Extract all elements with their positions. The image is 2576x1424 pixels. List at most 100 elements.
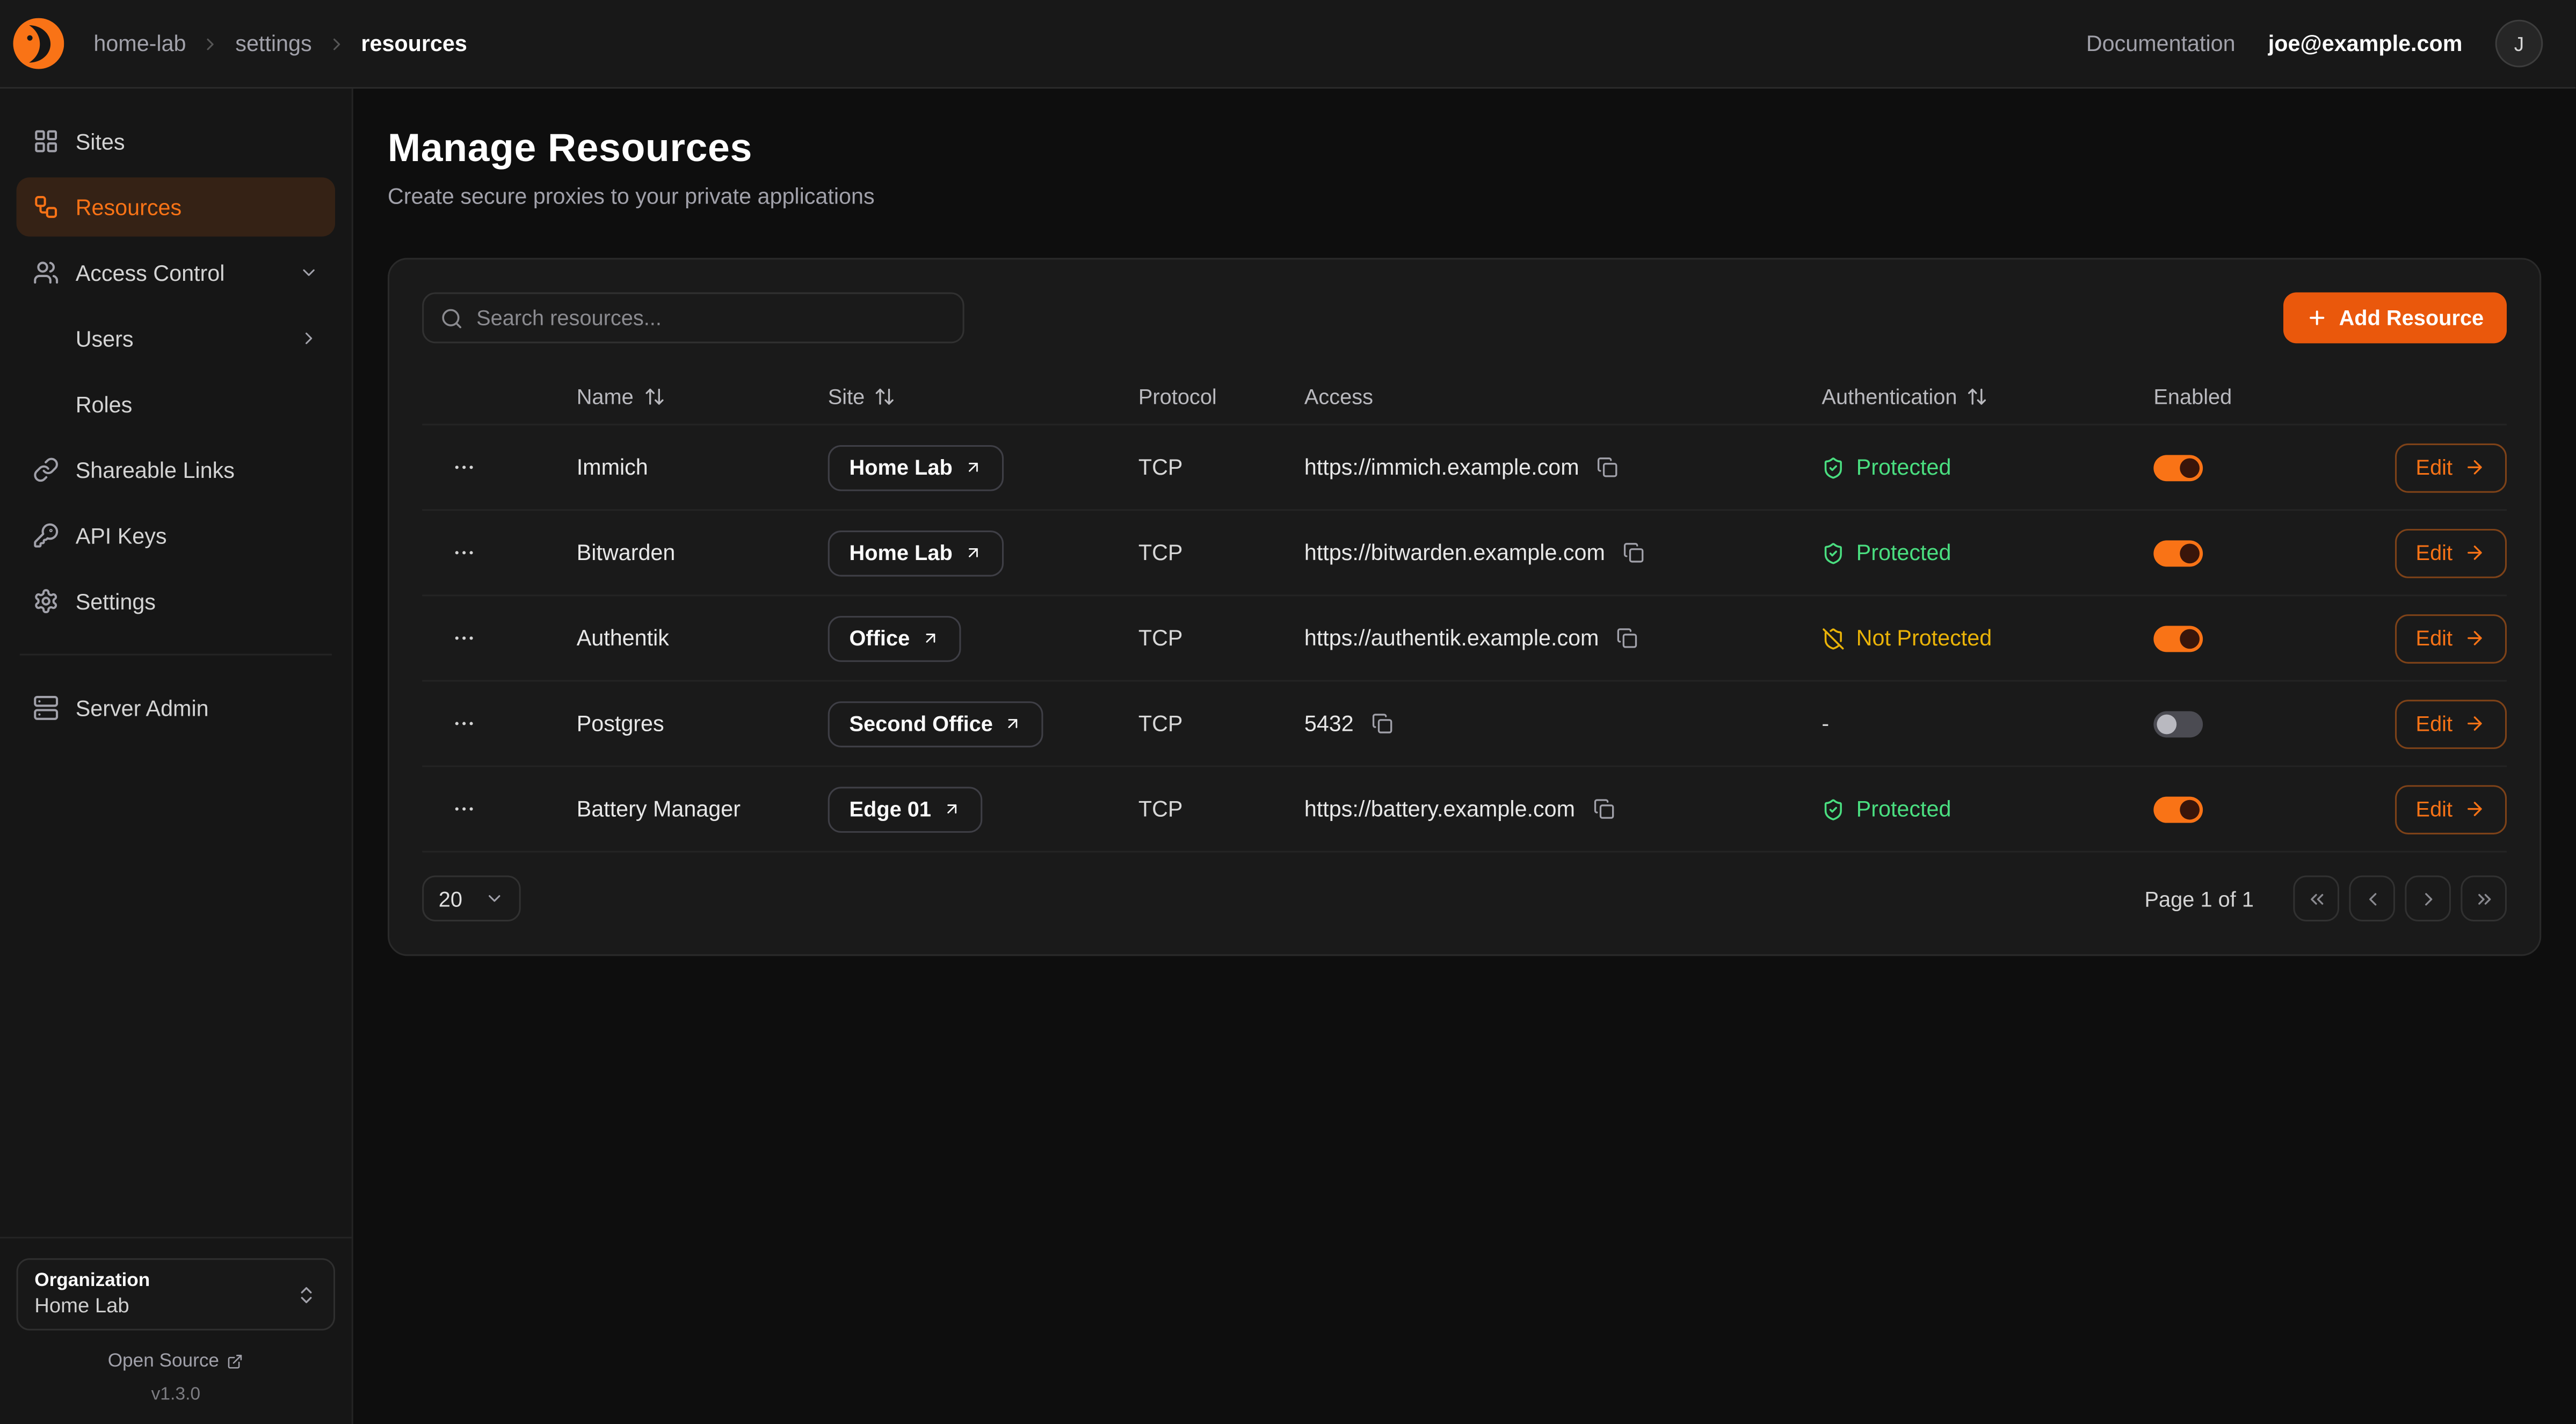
copy-button[interactable] <box>1620 539 1648 566</box>
column-header-site[interactable]: Site <box>828 384 1138 409</box>
edit-label: Edit <box>2416 797 2453 822</box>
resource-name: Authentik <box>577 626 828 650</box>
next-page-button[interactable] <box>2405 875 2451 921</box>
chevron-left-icon <box>2361 888 2383 909</box>
app-logo[interactable] <box>13 18 64 69</box>
previous-page-button[interactable] <box>2349 875 2395 921</box>
site-link[interactable]: Home Lab <box>828 530 1004 576</box>
enabled-toggle[interactable] <box>2153 454 2203 481</box>
copy-button[interactable] <box>1594 453 1622 481</box>
edit-button[interactable]: Edit <box>2394 442 2507 492</box>
chevrons-left-icon <box>2305 888 2327 909</box>
site-link[interactable]: Edge 01 <box>828 786 982 832</box>
sidebar-item-api-keys[interactable]: API Keys <box>17 506 335 565</box>
users-icon <box>33 259 59 286</box>
chevron-right-icon <box>299 329 319 348</box>
page-size-select[interactable]: 20 <box>422 875 521 921</box>
sidebar-item-roles[interactable]: Roles <box>17 374 335 433</box>
grid-icon <box>33 128 59 155</box>
sort-icon[interactable] <box>1967 386 1989 408</box>
org-label: Organization <box>34 1272 295 1291</box>
row-actions-button[interactable] <box>445 704 483 742</box>
site-name: Second Office <box>850 711 993 736</box>
resource-name: Battery Manager <box>577 797 828 822</box>
copy-button[interactable] <box>1368 709 1396 737</box>
arrow-up-right-icon <box>942 800 961 818</box>
search-box <box>422 293 964 344</box>
sidebar-item-label: Resources <box>76 194 182 219</box>
auth-status: Not Protected <box>1822 626 2153 650</box>
auth-status: Protected <box>1822 455 2153 479</box>
protocol: TCP <box>1138 711 1304 736</box>
last-page-button[interactable] <box>2461 875 2507 921</box>
sidebar-item-settings[interactable]: Settings <box>17 572 335 631</box>
table-header-row: Name Site Protocol Access <box>422 369 2507 425</box>
sidebar-item-users[interactable]: Users <box>17 309 335 368</box>
table-row: Bitwarden Home Lab TCP https://bitwarden… <box>422 511 2507 596</box>
row-actions-button[interactable] <box>445 619 483 657</box>
column-header-access: Access <box>1304 384 1822 409</box>
arrow-up-right-icon <box>1004 715 1022 733</box>
breadcrumb-settings[interactable]: settings <box>235 31 311 56</box>
edit-label: Edit <box>2416 540 2453 565</box>
page-subtitle: Create secure proxies to your private ap… <box>388 184 2541 209</box>
access-url: https://immich.example.com <box>1304 455 1579 479</box>
protocol: TCP <box>1138 797 1304 822</box>
enabled-toggle[interactable] <box>2153 625 2203 651</box>
sort-icon[interactable] <box>643 386 665 408</box>
user-email[interactable]: joe@example.com <box>2268 31 2463 56</box>
sidebar-item-resources[interactable]: Resources <box>17 177 335 236</box>
table-row: Battery Manager Edge 01 TCP https://batt… <box>422 767 2507 853</box>
edit-button[interactable]: Edit <box>2394 528 2507 577</box>
column-header-authentication[interactable]: Authentication <box>1822 384 2153 409</box>
edit-button[interactable]: Edit <box>2394 614 2507 663</box>
row-actions-button[interactable] <box>445 534 483 571</box>
edit-label: Edit <box>2416 711 2453 736</box>
avatar[interactable]: J <box>2495 20 2543 68</box>
edit-button[interactable]: Edit <box>2394 699 2507 749</box>
copy-button[interactable] <box>1614 624 1642 652</box>
sidebar-item-shareable-links[interactable]: Shareable Links <box>17 440 335 499</box>
open-source-link[interactable]: Open Source <box>17 1352 335 1372</box>
site-link[interactable]: Office <box>828 615 961 662</box>
sort-icon[interactable] <box>875 386 896 408</box>
site-link[interactable]: Home Lab <box>828 444 1004 490</box>
edit-label: Edit <box>2416 626 2453 650</box>
resource-name: Immich <box>577 455 828 479</box>
add-resource-label: Add Resource <box>2339 306 2484 330</box>
site-link[interactable]: Second Office <box>828 701 1044 747</box>
copy-button[interactable] <box>1590 795 1618 823</box>
chevron-right-icon <box>2417 888 2439 909</box>
auth-status: Protected <box>1822 540 2153 565</box>
header-label: Protocol <box>1138 384 1217 409</box>
breadcrumb-org[interactable]: home-lab <box>93 31 186 56</box>
pagination <box>2293 875 2507 921</box>
sidebar-item-label: Sites <box>76 129 125 154</box>
gear-icon <box>33 588 59 614</box>
search-input[interactable] <box>476 306 946 330</box>
column-header-name[interactable]: Name <box>577 384 828 409</box>
workflow-icon <box>33 194 59 220</box>
sidebar-item-server-admin[interactable]: Server Admin <box>17 678 335 737</box>
ellipsis-icon <box>452 540 476 565</box>
sidebar-item-access-control[interactable]: Access Control <box>17 243 335 302</box>
org-selector[interactable]: Organization Home Lab <box>17 1258 335 1331</box>
add-resource-button[interactable]: Add Resource <box>2283 293 2507 344</box>
enabled-toggle[interactable] <box>2153 796 2203 822</box>
row-actions-button[interactable] <box>445 448 483 486</box>
header-label: Enabled <box>2153 384 2232 409</box>
edit-button[interactable]: Edit <box>2394 784 2507 834</box>
enabled-toggle[interactable] <box>2153 540 2203 566</box>
resources-card: Add Resource Name Site <box>388 258 2541 956</box>
arrow-right-icon <box>2464 713 2486 735</box>
arrow-right-icon <box>2464 628 2486 649</box>
row-actions-button[interactable] <box>445 790 483 827</box>
sidebar-item-sites[interactable]: Sites <box>17 112 335 171</box>
key-icon <box>33 522 59 549</box>
arrow-up-right-icon <box>964 458 982 476</box>
enabled-toggle[interactable] <box>2153 710 2203 737</box>
site-name: Office <box>850 626 910 650</box>
edit-label: Edit <box>2416 455 2453 479</box>
first-page-button[interactable] <box>2293 875 2339 921</box>
documentation-link[interactable]: Documentation <box>2086 31 2236 56</box>
